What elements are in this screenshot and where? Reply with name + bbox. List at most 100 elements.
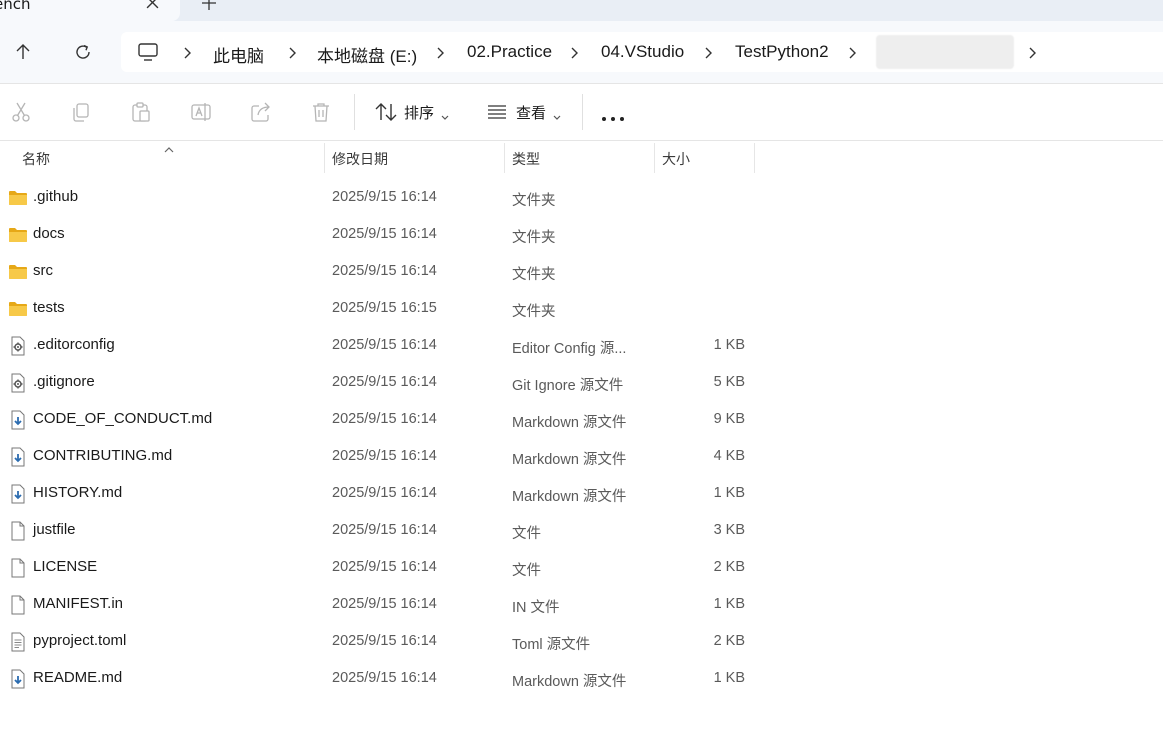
arrow-up-icon[interactable] [12, 41, 34, 63]
column-divider[interactable] [654, 143, 655, 173]
file-modified: 2025/9/15 16:14 [332, 263, 437, 279]
file-size: 1 KB [713, 596, 745, 612]
column-name[interactable]: 名称 [22, 149, 50, 169]
monitor-icon[interactable] [137, 41, 159, 63]
column-divider[interactable] [754, 143, 755, 173]
file-type: 文件 [512, 526, 541, 542]
markdown-file-icon [8, 447, 28, 467]
file-size: 1 KB [713, 670, 745, 686]
navigation-bar: 此电脑 本地磁盘 (E:) 02.Practice 04.VStudio Tes… [0, 21, 1163, 84]
file-modified: 2025/9/15 16:14 [332, 337, 437, 353]
file-name: HISTORY.md [33, 484, 123, 501]
sort-label: 排序 [404, 103, 435, 122]
delete-icon[interactable] [310, 101, 332, 123]
breadcrumb-testpython2[interactable]: TestPython2 [735, 42, 829, 62]
text-file-icon [8, 632, 28, 652]
file-row[interactable]: LICENSE 2025/9/15 16:14 文件 2 KB [0, 549, 760, 586]
tab-current[interactable]: ench [0, 0, 180, 21]
file-name: justfile [33, 521, 76, 538]
breadcrumb-redacted[interactable] [876, 35, 1014, 69]
paste-icon[interactable] [130, 101, 152, 123]
close-icon[interactable] [146, 0, 160, 13]
column-type[interactable]: 类型 [512, 149, 540, 169]
file-name: MANIFEST.in [33, 595, 124, 612]
markdown-file-icon [8, 669, 28, 689]
breadcrumb-vstudio[interactable]: 04.VStudio [601, 42, 684, 62]
file-size: 1 KB [713, 337, 745, 353]
file-modified: 2025/9/15 16:14 [332, 448, 437, 464]
file-row[interactable]: justfile 2025/9/15 16:14 文件 3 KB [0, 512, 760, 549]
sort-ascending-icon [163, 139, 175, 153]
sort-button[interactable]: 排序 [374, 98, 450, 126]
share-icon[interactable] [250, 101, 272, 123]
chevron-down-icon [440, 108, 450, 120]
file-row[interactable]: CONTRIBUTING.md 2025/9/15 16:14 Markdown 源… [0, 438, 760, 475]
toolbar-divider [582, 94, 583, 130]
file-row[interactable]: tests 2025/9/15 16:15 文件夹 [0, 290, 760, 327]
file-type: Markdown 源文件 [512, 452, 627, 468]
column-size[interactable]: 大小 [662, 149, 690, 169]
file-icon [8, 595, 28, 615]
file-type: 文件 [512, 563, 541, 579]
file-name: .editorconfig [33, 336, 115, 353]
breadcrumb-this-pc[interactable]: 此电脑 [213, 42, 264, 67]
column-divider[interactable] [504, 143, 505, 173]
chevron-right-icon[interactable] [569, 45, 579, 59]
file-row[interactable]: .editorconfig 2025/9/15 16:14 Editor Confi… [0, 327, 760, 364]
file-row[interactable]: README.md 2025/9/15 16:14 Markdown 源文件 1 KB [0, 660, 760, 697]
file-type: Toml 源文件 [512, 637, 591, 653]
file-row[interactable]: .github 2025/9/15 16:14 文件夹 [0, 179, 760, 216]
chevron-right-icon[interactable] [1027, 45, 1037, 59]
chevron-right-icon[interactable] [435, 45, 445, 59]
folder-icon [8, 188, 28, 208]
file-modified: 2025/9/15 16:14 [332, 559, 437, 575]
file-modified: 2025/9/15 16:14 [332, 633, 437, 649]
refresh-icon[interactable] [72, 41, 94, 63]
cut-icon[interactable] [10, 101, 32, 123]
file-size: 4 KB [713, 448, 745, 464]
file-type: 文件夹 [512, 230, 556, 246]
file-row[interactable]: MANIFEST.in 2025/9/15 16:14 IN 文件 1 KB [0, 586, 760, 623]
breadcrumb-local-disk[interactable]: 本地磁盘 (E:) [317, 42, 417, 67]
file-type: Markdown 源文件 [512, 489, 627, 505]
address-bar[interactable]: 此电脑 本地磁盘 (E:) 02.Practice 04.VStudio Tes… [121, 32, 1163, 72]
breadcrumb-practice[interactable]: 02.Practice [467, 42, 552, 62]
file-row[interactable]: CODE_OF_CONDUCT.md 2025/9/15 16:14 Markdow… [0, 401, 760, 438]
file-type: IN 文件 [512, 600, 560, 616]
file-row[interactable]: src 2025/9/15 16:14 文件夹 [0, 253, 760, 290]
file-list: .github 2025/9/15 16:14 文件夹 docs 2025/9/15 1… [0, 179, 760, 697]
file-row[interactable]: HISTORY.md 2025/9/15 16:14 Markdown 源文件 1 K… [0, 475, 760, 512]
folder-icon [8, 225, 28, 245]
column-modified[interactable]: 修改日期 [332, 149, 388, 169]
chevron-right-icon[interactable] [182, 45, 192, 59]
file-modified: 2025/9/15 16:14 [332, 411, 437, 427]
file-row[interactable]: docs 2025/9/15 16:14 文件夹 [0, 216, 760, 253]
file-type: Editor Config 源... [512, 341, 627, 357]
file-name: docs [33, 225, 65, 242]
file-type: Markdown 源文件 [512, 415, 627, 431]
config-file-icon [8, 373, 28, 393]
chevron-right-icon[interactable] [847, 45, 857, 59]
copy-icon[interactable] [70, 101, 92, 123]
view-list-icon [486, 101, 510, 123]
file-name: tests [33, 299, 65, 316]
view-button[interactable]: 查看 [486, 98, 562, 126]
file-name: CODE_OF_CONDUCT.md [33, 410, 213, 427]
file-type: 文件夹 [512, 267, 556, 283]
column-divider[interactable] [324, 143, 325, 173]
plus-icon[interactable] [200, 0, 218, 12]
file-size: 9 KB [713, 411, 745, 427]
sort-icon [374, 101, 398, 123]
config-file-icon [8, 336, 28, 356]
file-name: .github [33, 188, 79, 205]
chevron-right-icon[interactable] [703, 45, 713, 59]
command-bar: 排序 查看 [0, 84, 1163, 141]
file-row[interactable]: .gitignore 2025/9/15 16:14 Git Ignore 源文件 5… [0, 364, 760, 401]
more-options-icon[interactable] [600, 108, 626, 121]
chevron-down-icon [552, 108, 562, 120]
file-name: .gitignore [33, 373, 95, 390]
file-row[interactable]: pyproject.toml 2025/9/15 16:14 Toml 源文件 2 K… [0, 623, 760, 660]
file-icon [8, 558, 28, 578]
rename-icon[interactable] [190, 101, 212, 123]
chevron-right-icon[interactable] [287, 45, 297, 59]
